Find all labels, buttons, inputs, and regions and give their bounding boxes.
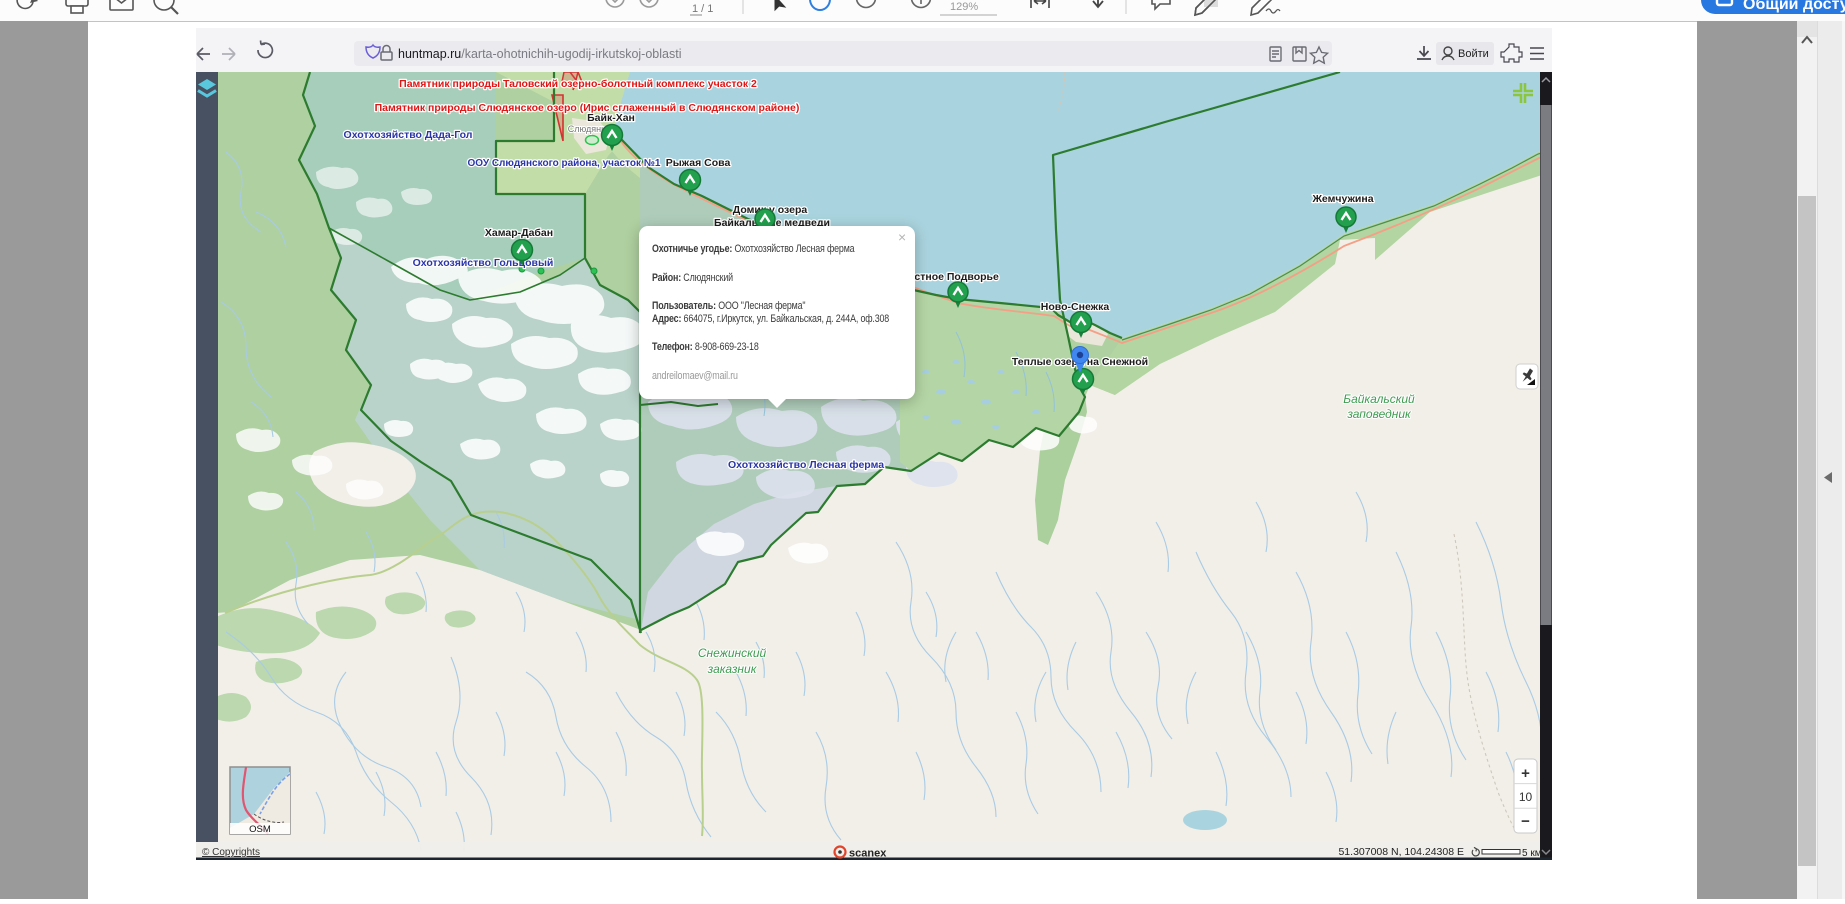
svg-text:Охотхозяйство Гольцовый: Охотхозяйство Гольцовый xyxy=(413,257,554,269)
svg-text:+: + xyxy=(1521,765,1530,782)
svg-text:Охотхозяйство Лесная ферма: Охотхозяйство Лесная ферма xyxy=(728,459,884,471)
svg-text:заповедник: заповедник xyxy=(1346,407,1412,421)
svg-text:OSM: OSM xyxy=(249,824,271,835)
svg-text:Байк-Хан: Байк-Хан xyxy=(587,112,635,124)
svg-text:Общий доступ: Общий доступ xyxy=(1743,0,1845,13)
svg-text:Ново-Снежка: Ново-Снежка xyxy=(1041,301,1110,313)
svg-text:заказник: заказник xyxy=(707,662,758,676)
svg-text:Частное Подворье: Частное Подворье xyxy=(901,271,999,283)
svg-text:Памятник природы Таловский озе: Памятник природы Таловский озерно-болотн… xyxy=(399,78,757,90)
svg-text:scanex: scanex xyxy=(849,848,887,860)
svg-text:5 км: 5 км xyxy=(1522,848,1542,859)
svg-text:1 / 1: 1 / 1 xyxy=(692,3,713,15)
svg-text:51.307008 N, 104.24308 E: 51.307008 N, 104.24308 E xyxy=(1338,846,1464,858)
svg-text:ООУ Слюдянского района, участо: ООУ Слюдянского района, участок №1 xyxy=(468,158,661,169)
svg-text:Жемчужина: Жемчужина xyxy=(1311,193,1373,205)
svg-text:Снежинский: Снежинский xyxy=(698,646,767,660)
svg-text:−: − xyxy=(1521,813,1530,830)
svg-text:Рыжая Сова: Рыжая Сова xyxy=(666,157,731,169)
svg-text:129%: 129% xyxy=(950,1,978,13)
svg-text:Войти: Войти xyxy=(1458,48,1489,60)
svg-text:Хамар-Дабан: Хамар-Дабан xyxy=(485,227,553,239)
svg-text:© Copyrights: © Copyrights xyxy=(202,847,260,858)
svg-text:Байкальский: Байкальский xyxy=(1343,392,1415,406)
svg-text:10: 10 xyxy=(1519,790,1533,804)
svg-text:huntmap.ru/karta-ohotnichih-ug: huntmap.ru/karta-ohotnichih-ugodij-irkut… xyxy=(398,47,681,61)
svg-text:Охотхозяйство Дада-Гол: Охотхозяйство Дада-Гол xyxy=(344,129,473,141)
